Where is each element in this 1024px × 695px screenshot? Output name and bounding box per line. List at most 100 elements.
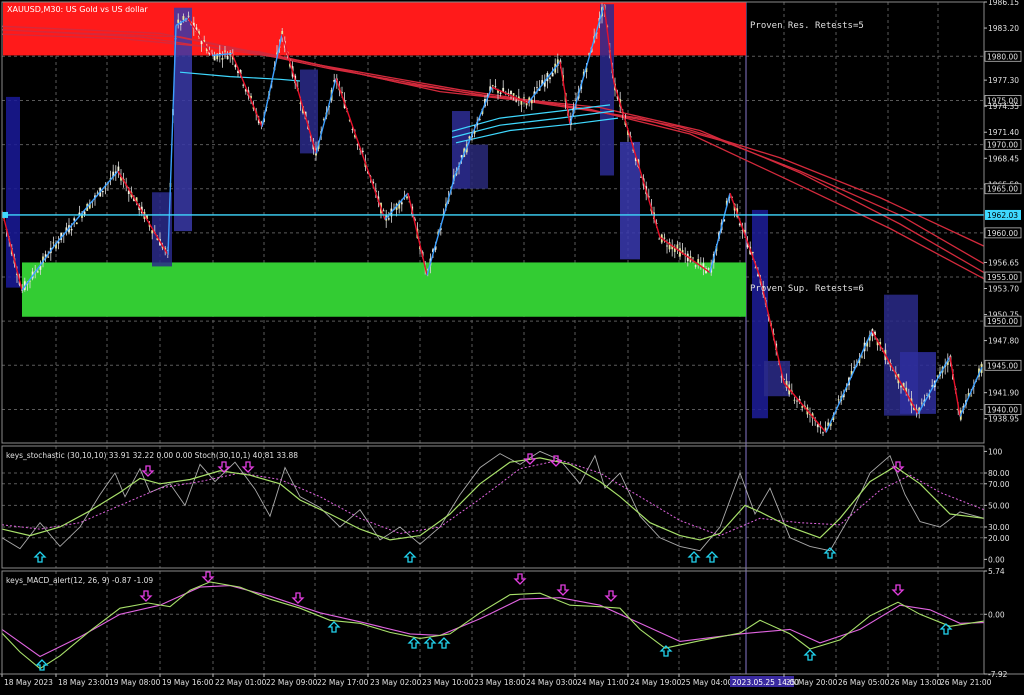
candle-body — [213, 55, 216, 61]
time-axis-label: 23 May 02:00 — [370, 678, 422, 687]
stoch-axis-label: 0.00 — [988, 555, 1005, 564]
price-axis-label: 1986.15 — [988, 0, 1019, 7]
candle-body — [221, 58, 224, 60]
stoch-axis-label: 100 — [988, 447, 1003, 456]
time-axis-label: 22 May 09:00 — [266, 678, 318, 687]
candle-body — [510, 90, 512, 94]
candle-body — [187, 15, 190, 17]
candle-body — [499, 92, 502, 94]
candle-body — [382, 210, 385, 212]
candle-body — [861, 356, 863, 358]
candle-body — [751, 251, 754, 254]
candle-body — [515, 100, 518, 102]
candle-body — [801, 406, 804, 408]
time-axis-label: 23 May 18:00 — [474, 678, 526, 687]
time-axis-label: 18 May 2023 — [4, 678, 53, 687]
price-level-label: 1960.00 — [987, 229, 1018, 238]
candle-body — [676, 244, 679, 249]
price-level-label: 1970.00 — [987, 141, 1018, 150]
candle-body — [551, 72, 554, 77]
chart-title: XAUUSD,M30: US Gold vs US dollar — [7, 5, 148, 14]
stoch-axis-label: 80.00 — [988, 469, 1010, 478]
time-axis-label: 25 May 04:00 — [681, 678, 733, 687]
candle-body — [692, 257, 694, 259]
time-axis-label: 24 May 11:00 — [577, 678, 629, 687]
candle-body — [52, 242, 55, 244]
time-axis-label: 24 May 03:00 — [526, 678, 578, 687]
swing-band — [174, 7, 192, 232]
time-axis-label: 22 May 17:00 — [317, 678, 369, 687]
candle-body — [816, 424, 819, 428]
xauusd-chart[interactable]: 1986.15 1983.20 1980.00 1977.30 1975.00 1974.… — [0, 0, 1024, 691]
candle-body — [101, 190, 104, 193]
stoch-axis-label: 30.00 — [988, 523, 1010, 532]
candle-body — [796, 400, 798, 402]
price-axis-label: 1938.95 — [988, 415, 1019, 424]
candle-body — [549, 77, 551, 80]
current-price-label: 1962.03 — [987, 211, 1018, 220]
time-axis-label: 26 May 13:00 — [890, 678, 942, 687]
time-axis-label: 18 May 23:00 — [58, 678, 110, 687]
support-zone — [22, 262, 746, 317]
candle-body — [523, 97, 525, 99]
stoch-axis-label: 20.00 — [988, 534, 1010, 543]
candle-body — [36, 271, 39, 273]
stoch-axis-label: 70.00 — [988, 480, 1010, 489]
price-level-label: 1940.00 — [987, 405, 1018, 414]
macd-label: keys_MACD_alert(12, 26, 9) -0.87 -1.09 — [6, 576, 153, 585]
candle-body — [117, 166, 120, 172]
stoch-axis-label: 50.00 — [988, 501, 1010, 510]
candle-body — [224, 50, 226, 52]
candle-body — [694, 265, 697, 267]
candle-body — [936, 375, 939, 377]
price-axis-label: 1977.30 — [988, 76, 1019, 85]
candle-body — [47, 256, 50, 258]
macd-axis-label: 5.74 — [988, 567, 1005, 576]
candle-body — [970, 395, 973, 397]
chart-background — [0, 0, 1024, 691]
current-price-marker — [2, 211, 8, 218]
candle-body — [536, 87, 538, 89]
time-axis-label: 24 May 19:00 — [630, 678, 682, 687]
candle-body — [242, 84, 245, 86]
candle-body — [824, 427, 827, 430]
chart-canvas[interactable]: 1986.151983.201980.001977.301975.001974.… — [0, 0, 1024, 691]
macd-axis-label: 0.00 — [988, 610, 1005, 619]
swing-band — [764, 360, 790, 397]
time-axis-label: 25 May 20:00 — [786, 678, 838, 687]
candle-body — [70, 228, 73, 231]
candle-body — [387, 218, 390, 220]
support-zone-label: Proven Sup. Retests=6 — [750, 284, 864, 294]
price-level-label: 1965.00 — [987, 185, 1018, 194]
candle-body — [406, 196, 408, 199]
candle-body — [900, 385, 902, 388]
candle-body — [177, 19, 180, 23]
candle-body — [822, 432, 824, 434]
price-level-label: 1980.00 — [987, 52, 1018, 61]
time-axis-label: 26 May 21:00 — [940, 678, 992, 687]
swing-band — [470, 144, 488, 189]
candle-body — [658, 238, 661, 240]
price-level-label: 1950.00 — [987, 317, 1018, 326]
candle-body — [400, 202, 403, 205]
stochastic-label: keys_stochastic (30,10,10) 33.91 32.22 0… — [6, 451, 298, 460]
time-axis-label: 22 May 01:00 — [215, 678, 267, 687]
price-axis-label: 1968.45 — [988, 154, 1019, 163]
swing-band — [900, 352, 936, 414]
price-axis-label: 1947.80 — [988, 337, 1019, 346]
time-axis-label: 23 May 10:00 — [422, 678, 474, 687]
candle-body — [793, 399, 796, 401]
candle-body — [663, 237, 666, 239]
candle-body — [75, 222, 78, 225]
candle-body — [920, 402, 923, 404]
candle-body — [666, 245, 668, 247]
price-level-label: 1945.00 — [987, 361, 1018, 370]
price-axis-label: 1953.70 — [988, 284, 1019, 293]
candle-body — [512, 93, 515, 96]
candle-body — [494, 86, 497, 88]
candle-body — [182, 16, 185, 20]
candle-body — [530, 99, 533, 104]
time-axis-label: 19 May 16:00 — [162, 678, 214, 687]
price-axis-label: 1971.40 — [988, 128, 1019, 137]
price-axis-label: 1983.20 — [988, 24, 1019, 33]
